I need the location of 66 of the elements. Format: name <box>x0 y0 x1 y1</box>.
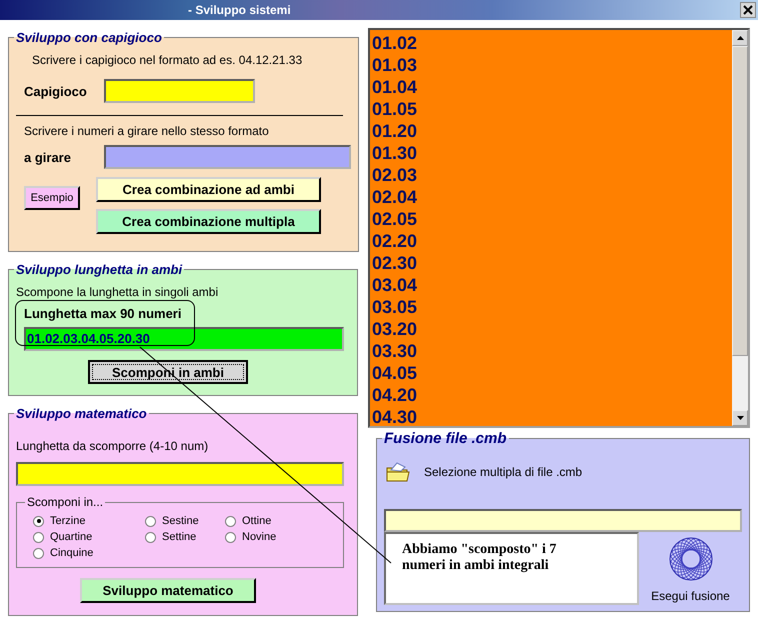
radio-option[interactable]: Quartine <box>33 529 145 545</box>
radio-button[interactable] <box>225 532 236 542</box>
down-arrow-icon <box>736 415 744 421</box>
window-title: - Sviluppo sistemi <box>188 3 291 17</box>
radio-option[interactable]: Sestine <box>145 513 225 529</box>
button[interactable]: Crea combinazione multipla <box>96 209 321 234</box>
frame-title: Fusione file .cmb <box>383 430 508 447</box>
folder-icon <box>386 461 410 483</box>
field-label: Capigioco <box>24 84 88 98</box>
radio-option[interactable]: Settine <box>145 529 225 545</box>
list-item[interactable]: 01.30 <box>372 142 732 164</box>
group-title: Scomponi in... <box>26 495 104 509</box>
list-item[interactable]: 02.03 <box>372 164 732 186</box>
up-arrow-icon <box>736 35 744 41</box>
input-field[interactable] <box>104 79 255 103</box>
scrollbar[interactable] <box>732 30 748 426</box>
list-item[interactable]: 02.04 <box>372 186 732 208</box>
close-button[interactable] <box>740 2 756 18</box>
field-label: Lunghetta da scomporre (4-10 num) <box>16 439 210 453</box>
radio-button[interactable] <box>145 532 156 542</box>
radio-option[interactable]: Novine <box>225 529 276 545</box>
input-field[interactable] <box>16 462 344 486</box>
radio-option[interactable]: Ottine <box>225 513 276 529</box>
button[interactable]: Sviluppo matematico <box>80 578 256 603</box>
instruction-text: Scrivere i numeri a girare nello stesso formato <box>24 124 270 138</box>
radio-button[interactable] <box>33 532 44 542</box>
list-item[interactable]: 04.05 <box>372 362 732 384</box>
radio-option[interactable]: Cinquine <box>33 545 145 561</box>
list-item[interactable]: 04.30 <box>372 406 732 426</box>
field-label: a girare <box>24 150 72 164</box>
list-item[interactable]: 03.20 <box>372 318 732 340</box>
radio-button[interactable] <box>33 548 44 558</box>
list-item[interactable]: 01.03 <box>372 54 732 76</box>
run-fusion-button[interactable]: Esegui fusione <box>639 532 742 605</box>
field-label: Lunghetta max 90 numeri <box>24 306 182 321</box>
list-item[interactable]: 01.02 <box>372 32 732 54</box>
input-field[interactable] <box>104 145 351 169</box>
close-icon <box>742 4 754 16</box>
button[interactable]: Crea combinazione ad ambi <box>96 177 321 202</box>
list-item[interactable]: 02.20 <box>372 230 732 252</box>
list-item[interactable]: 04.20 <box>372 384 732 406</box>
list-item[interactable]: 02.05 <box>372 208 732 230</box>
list-item[interactable]: 01.04 <box>372 76 732 98</box>
list-item[interactable]: 03.30 <box>372 340 732 362</box>
button[interactable]: Esempio <box>24 186 80 210</box>
frame-title: Sviluppo con capigioco <box>15 30 163 45</box>
input-field[interactable] <box>384 509 742 532</box>
instruction-text: Scrivere i capigioco nel formato ad es. 04.12.21.33 <box>32 53 304 67</box>
select-files-label[interactable]: Selezione multipla di file .cmb <box>424 465 582 479</box>
list-item[interactable]: 03.05 <box>372 296 732 318</box>
description-text: Scompone la lunghetta in singoli ambi <box>16 285 220 299</box>
frame-title: Sviluppo matematico <box>15 406 148 421</box>
scroll-thumb[interactable] <box>732 46 748 356</box>
list-item[interactable]: 03.04 <box>372 274 732 296</box>
spiral-icon <box>666 535 714 583</box>
radio-button[interactable] <box>225 516 236 526</box>
radio-button[interactable] <box>145 516 156 526</box>
result-list[interactable]: 01.02 01.03 01.04 01.05 01.20 01.30 02.03 02.04 02.05 02.20 02.30 03.04 03.05 03.20 03.30 04.05 04.20 04.30 <box>368 28 750 428</box>
note-text: Abbiamo "scomposto" i 7 numeri in ambi integrali <box>402 542 558 574</box>
radio-option[interactable]: Terzine <box>33 513 145 529</box>
frame-title: Sviluppo lunghetta in ambi <box>15 262 184 277</box>
list-item[interactable]: 02.30 <box>372 252 732 274</box>
radio-button[interactable] <box>33 516 44 526</box>
input-field[interactable]: 01.02.03.04.05.20.30 <box>24 327 344 351</box>
list-item[interactable]: 01.05 <box>372 98 732 120</box>
list-item[interactable]: 01.20 <box>372 120 732 142</box>
